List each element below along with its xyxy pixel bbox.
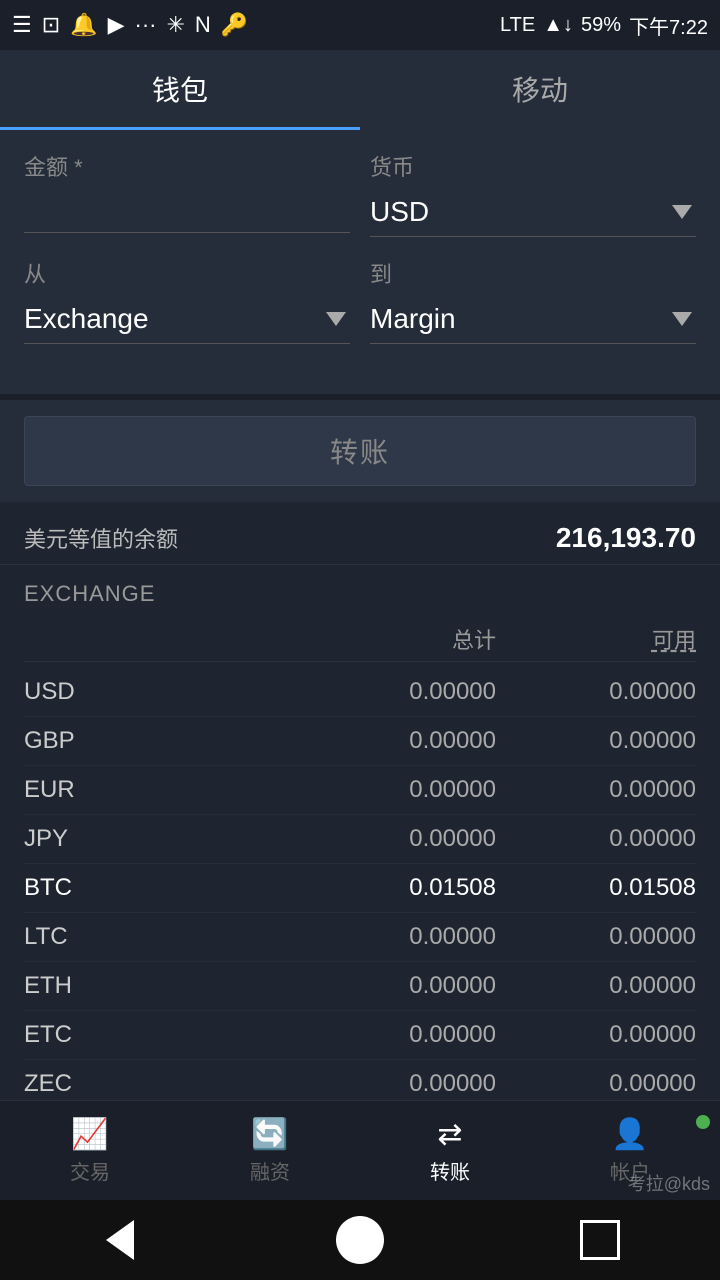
balance-label: 美元等值的余额: [24, 522, 178, 554]
cell-available: 0.00000: [496, 972, 696, 1000]
cell-name: ETH: [24, 972, 296, 1000]
cell-total: 0.01508: [296, 874, 496, 902]
cell-available: 0.00000: [496, 776, 696, 804]
cell-total: 0.00000: [296, 678, 496, 706]
transfer-icon: ⇄: [437, 1117, 462, 1152]
table-row: ETH 0.00000 0.00000: [24, 962, 696, 1011]
to-field-col: 到 Margin: [370, 257, 696, 344]
cell-total: 0.00000: [296, 825, 496, 853]
status-battery: 59%: [581, 14, 621, 37]
balance-value: 216,193.70: [556, 522, 696, 554]
from-select[interactable]: Exchange: [24, 295, 350, 344]
home-button[interactable]: [330, 1210, 390, 1270]
status-icon-nfc: N: [195, 12, 211, 38]
nav-trade[interactable]: 📈 交易: [0, 1101, 180, 1200]
amount-label: 金额 *: [24, 150, 350, 182]
table-row: USD 0.00000 0.00000: [24, 668, 696, 717]
table-header: 总计 可用: [24, 617, 696, 662]
cell-name: ZEC: [24, 1070, 296, 1098]
back-icon: [106, 1220, 134, 1260]
cell-total: 0.00000: [296, 776, 496, 804]
currency-select[interactable]: USD: [370, 188, 696, 237]
watermark: 考拉@kds: [628, 1170, 710, 1196]
table-row: GBP 0.00000 0.00000: [24, 717, 696, 766]
cell-available: 0.01508: [496, 874, 696, 902]
cell-name: EUR: [24, 776, 296, 804]
recent-button[interactable]: [570, 1210, 630, 1270]
top-tab-bar: 钱包 移动: [0, 50, 720, 130]
col-header-available: 可用: [496, 623, 696, 655]
transfer-form: 金额 * 货币 USD 从 Exchange: [0, 130, 720, 400]
cell-name: JPY: [24, 825, 296, 853]
status-left-icons: ☰ ⊡ 🔔 ▶ ··· ✳ N 🔑: [12, 12, 248, 38]
currency-chevron-icon: [672, 205, 692, 219]
from-field-col: 从 Exchange: [24, 257, 350, 344]
col-header-currency: [24, 623, 296, 655]
status-icon-1: ☰: [12, 12, 32, 38]
account-dot: [696, 1115, 710, 1129]
cell-total: 0.00000: [296, 727, 496, 755]
cell-name: ETC: [24, 1021, 296, 1049]
system-nav: [0, 1200, 720, 1280]
cell-name: GBP: [24, 727, 296, 755]
exchange-header: EXCHANGE: [24, 581, 696, 607]
currency-field-col: 货币 USD: [370, 150, 696, 237]
back-button[interactable]: [90, 1210, 150, 1270]
status-lte: LTE: [500, 14, 535, 37]
nav-transfer[interactable]: ⇄ 转账: [360, 1101, 540, 1200]
amount-input[interactable]: [24, 188, 350, 233]
status-icon-bell: 🔔: [70, 12, 97, 38]
table-row: EUR 0.00000 0.00000: [24, 766, 696, 815]
from-label: 从: [24, 257, 350, 289]
home-icon: [336, 1216, 384, 1264]
finance-icon: 🔄: [251, 1117, 288, 1152]
table-row: JPY 0.00000 0.00000: [24, 815, 696, 864]
status-icon-key: 🔑: [221, 12, 248, 38]
recent-icon: [580, 1220, 620, 1260]
account-icon: 👤: [611, 1117, 648, 1152]
nav-finance[interactable]: 🔄 融资: [180, 1101, 360, 1200]
currency-label: 货币: [370, 150, 696, 182]
status-right-icons: LTE ▲↓ 59% 下午7:22: [500, 11, 708, 40]
status-signal: ▲↓: [543, 14, 573, 37]
to-label: 到: [370, 257, 696, 289]
tab-wallet[interactable]: 钱包: [0, 50, 360, 130]
cell-available: 0.00000: [496, 1070, 696, 1098]
table-row: BTC 0.01508 0.01508: [24, 864, 696, 913]
cell-available: 0.00000: [496, 678, 696, 706]
status-icon-dots: ···: [135, 12, 157, 38]
nav-finance-label: 融资: [250, 1156, 290, 1185]
status-icon-2: ⊡: [42, 12, 60, 38]
amount-field-col: 金额 *: [24, 150, 350, 237]
transfer-button[interactable]: 转账: [24, 416, 696, 486]
bottom-nav: 📈 交易 🔄 融资 ⇄ 转账 👤 帐户: [0, 1100, 720, 1200]
to-select[interactable]: Margin: [370, 295, 696, 344]
cell-available: 0.00000: [496, 1021, 696, 1049]
cell-total: 0.00000: [296, 1070, 496, 1098]
to-chevron-icon: [672, 312, 692, 326]
transfer-button-wrap: 转账: [0, 400, 720, 502]
status-icon-send: ▶: [108, 12, 125, 38]
nav-trade-label: 交易: [70, 1156, 110, 1185]
tab-move[interactable]: 移动: [360, 50, 720, 130]
cell-name: BTC: [24, 874, 296, 902]
cell-total: 0.00000: [296, 972, 496, 1000]
cell-total: 0.00000: [296, 923, 496, 951]
trade-icon: 📈: [71, 1117, 108, 1152]
nav-transfer-label: 转账: [430, 1156, 470, 1185]
table-row: ETC 0.00000 0.00000: [24, 1011, 696, 1060]
cell-available: 0.00000: [496, 727, 696, 755]
table-row: LTC 0.00000 0.00000: [24, 913, 696, 962]
status-icon-bt: ✳: [166, 12, 184, 38]
from-chevron-icon: [326, 312, 346, 326]
cell-name: USD: [24, 678, 296, 706]
cell-name: LTC: [24, 923, 296, 951]
cell-available: 0.00000: [496, 825, 696, 853]
balance-section: 美元等值的余额 216,193.70: [0, 502, 720, 565]
status-bar: ☰ ⊡ 🔔 ▶ ··· ✳ N 🔑 LTE ▲↓ 59% 下午7:22: [0, 0, 720, 50]
cell-total: 0.00000: [296, 1021, 496, 1049]
col-header-total: 总计: [296, 623, 496, 655]
cell-available: 0.00000: [496, 923, 696, 951]
status-time: 下午7:22: [629, 11, 708, 40]
